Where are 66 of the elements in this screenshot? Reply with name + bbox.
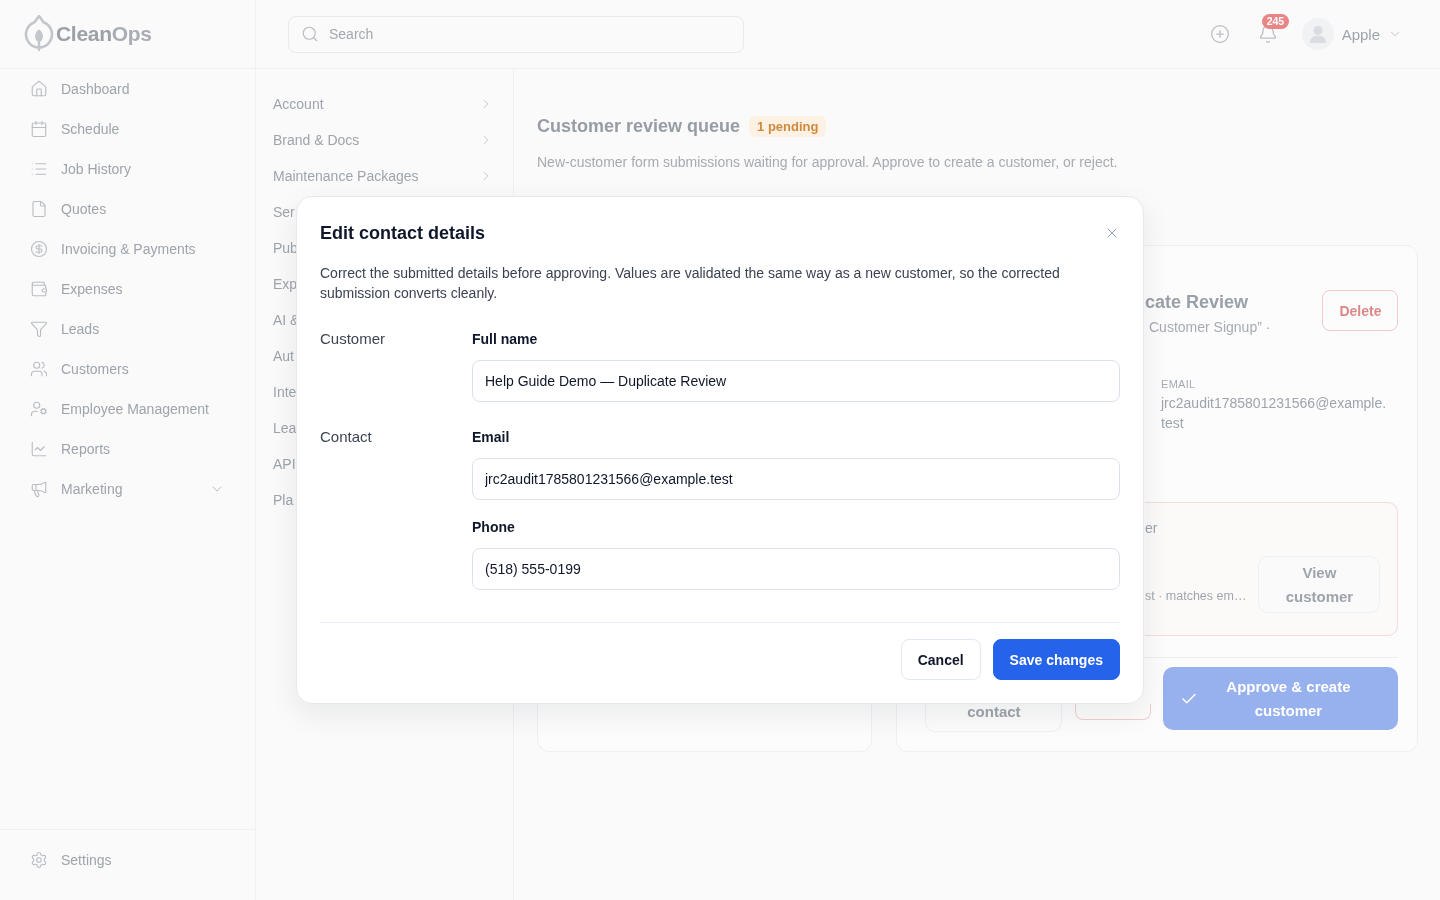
- line-chart-icon: [30, 440, 48, 458]
- settings-nav-item[interactable]: Aut: [273, 338, 294, 374]
- settings-nav-item[interactable]: Pla: [273, 482, 294, 518]
- settings-nav-item[interactable]: Exp: [273, 266, 298, 302]
- settings-nav-item[interactable]: Ser: [273, 194, 295, 230]
- sidebar-item[interactable]: Dashboard: [14, 69, 241, 109]
- avatar-icon: [1301, 18, 1334, 50]
- notification-badge: 245: [1261, 14, 1290, 29]
- approve-button[interactable]: Approve & create customer: [1163, 667, 1399, 730]
- pending-badge: 1 pending: [749, 115, 827, 137]
- funnel-icon: [30, 320, 48, 338]
- list-icon: [30, 160, 48, 178]
- sidebar-item[interactable]: Expenses: [14, 269, 241, 309]
- section-label: Contact: [320, 427, 372, 447]
- sidebar-item[interactable]: Invoicing & Payments: [14, 229, 241, 269]
- input-field[interactable]: jrc2audit1785801231566@example.test: [472, 458, 1120, 500]
- home-icon: [30, 80, 48, 98]
- field-label: Phone: [472, 518, 515, 537]
- settings-nav-item[interactable]: API: [273, 446, 296, 482]
- settings-icon: [30, 851, 48, 869]
- sidebar-item[interactable]: Leads: [14, 309, 241, 349]
- match-detail: st · matches em…: [1145, 588, 1247, 605]
- view-customer-button[interactable]: View customer: [1258, 556, 1381, 613]
- match-heading: er: [1145, 519, 1158, 537]
- wallet-icon: [30, 280, 48, 298]
- logo-text: CleanOps: [56, 22, 152, 46]
- user-gear-icon: [30, 400, 48, 418]
- settings-nav-item[interactable]: Inte: [273, 374, 297, 410]
- field-label: Email: [472, 428, 510, 447]
- document-icon: [30, 200, 48, 218]
- sidebar-item[interactable]: Customers: [14, 349, 241, 389]
- section-label: Customer: [320, 329, 386, 349]
- delete-button[interactable]: Delete: [1322, 290, 1399, 331]
- submission-title: cate Review: [1145, 291, 1250, 314]
- calendar-icon: [30, 120, 48, 138]
- save-button[interactable]: Save changes: [992, 639, 1120, 680]
- input-field[interactable]: (518) 555-0199: [472, 548, 1120, 590]
- sidebar-item[interactable]: Reports: [14, 429, 241, 469]
- dollar-circle-icon: [30, 240, 48, 258]
- submission-subtitle: Customer Signup” ·: [1148, 318, 1271, 336]
- settings-nav-item[interactable]: Maintenance Packages: [273, 158, 493, 194]
- email-label: EMAIL: [1161, 377, 1196, 391]
- settings-nav-item[interactable]: Lea: [273, 410, 297, 446]
- dialog-title: Edit contact details: [320, 222, 486, 245]
- email-value: jrc2audit1785801231566@example.test: [1161, 394, 1388, 433]
- logo-icon: [24, 15, 54, 53]
- user-menu[interactable]: Apple: [1301, 18, 1402, 50]
- sidebar-item[interactable]: Job History: [14, 149, 241, 189]
- sidebar-item[interactable]: Employee Management: [14, 389, 241, 429]
- sidebar-item[interactable]: Marketing: [14, 469, 241, 509]
- dialog-description: Correct the submitted details before approving. Values are validated the same way as a new customer, so the corrected submission converts cleanly.: [320, 264, 1061, 303]
- megaphone-icon: [30, 480, 48, 498]
- field-label: Full name: [472, 330, 538, 349]
- page-description: New-customer form submissions waiting for approval. Approve to create a customer, or reject.: [537, 153, 1119, 172]
- sidebar-item[interactable]: Schedule: [14, 109, 241, 149]
- cancel-button[interactable]: Cancel: [900, 639, 981, 680]
- plus-circle-icon[interactable]: [1209, 24, 1230, 44]
- search-icon: [301, 24, 319, 43]
- settings-nav-item[interactable]: Brand & Docs: [273, 122, 493, 158]
- sidebar-item[interactable]: Settings: [14, 840, 241, 880]
- users-icon: [30, 360, 48, 378]
- input-field[interactable]: Help Guide Demo — Duplicate Review: [472, 360, 1120, 402]
- page-title: Customer review queue: [537, 115, 741, 138]
- settings-nav-item[interactable]: Account: [273, 86, 493, 122]
- sidebar-item[interactable]: Quotes: [14, 189, 241, 229]
- search-field[interactable]: Search: [288, 15, 744, 53]
